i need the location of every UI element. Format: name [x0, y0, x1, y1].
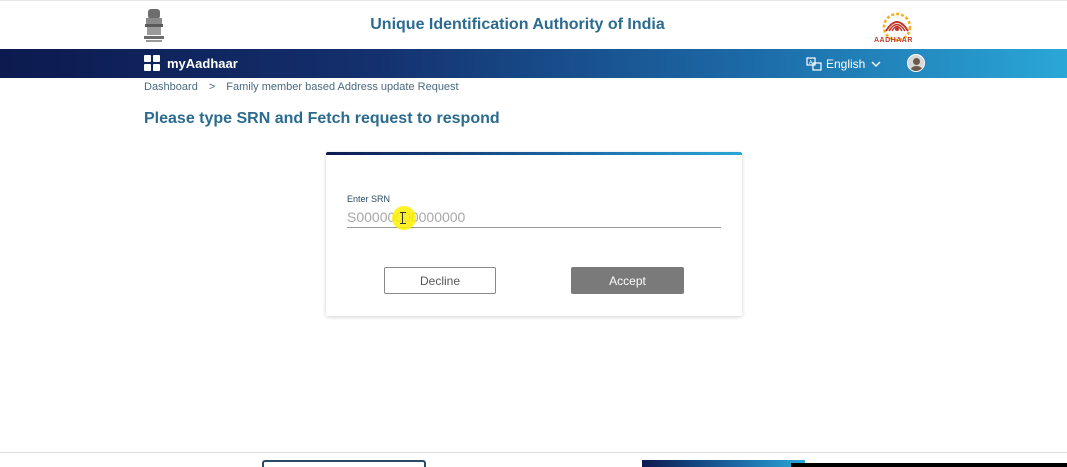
srn-label: Enter SRN: [347, 194, 391, 204]
language-selector[interactable]: A English: [806, 56, 881, 72]
text-cursor-icon: [400, 212, 407, 224]
card-accent-bar: [326, 152, 742, 155]
breadcrumb: Dashboard > Family member based Address …: [144, 81, 459, 93]
aadhaar-logo-text: AADHAAR: [874, 37, 913, 44]
app-grid-icon[interactable]: [144, 55, 161, 72]
accept-button[interactable]: Accept: [571, 267, 684, 294]
bottom-gradient-bar: [642, 460, 805, 467]
language-icon: A: [806, 57, 822, 71]
breadcrumb-separator: >: [208, 81, 216, 93]
decline-button[interactable]: Decline: [384, 267, 496, 294]
language-label: English: [826, 57, 866, 71]
breadcrumb-item-current[interactable]: Family member based Address update Reque…: [226, 81, 458, 93]
svg-text:A: A: [809, 60, 813, 66]
chevron-down-icon: [871, 61, 881, 68]
page-title: Please type SRN and Fetch request to res…: [144, 110, 500, 127]
bottom-dark-bar: [791, 463, 1067, 467]
top-navbar: myAadhaar A English: [0, 49, 1067, 78]
bottom-panel-outline: [262, 460, 426, 467]
breadcrumb-item-dashboard[interactable]: Dashboard: [144, 81, 198, 93]
user-avatar[interactable]: [907, 54, 925, 72]
app-name[interactable]: myAadhaar: [167, 56, 238, 71]
srn-form-card: Enter SRN Decline Accept: [326, 152, 742, 316]
top-header: Unique Identification Authority of India…: [0, 0, 1067, 49]
